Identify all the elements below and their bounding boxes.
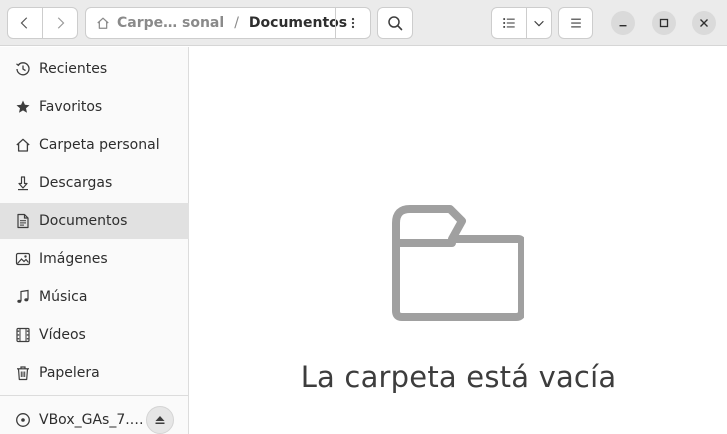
path-parent-crumb[interactable]: Carpe… sonal <box>117 15 224 31</box>
sidebar-item-label: Papelera <box>39 365 100 381</box>
sidebar-item-favoritos[interactable]: Favoritos <box>0 89 189 125</box>
search-icon <box>388 16 403 31</box>
folder-icon <box>392 205 524 321</box>
header-bar: Carpe… sonal / Documentos <box>0 0 727 46</box>
navigation-buttons <box>7 7 78 39</box>
disc-icon <box>15 412 31 428</box>
download-icon <box>15 175 31 191</box>
list-view-icon <box>503 18 515 28</box>
view-options <box>491 7 552 39</box>
sidebar-item-label: Documentos <box>39 213 128 229</box>
path-current-crumb[interactable]: Documentos <box>249 15 347 31</box>
sidebar-item-device-vbox[interactable]: VBox_GAs_7.… <box>0 402 189 434</box>
path-separator: / <box>234 15 239 31</box>
trash-icon <box>15 365 31 381</box>
sidebar-item-label: Descargas <box>39 175 113 191</box>
sidebar-item-documentos[interactable]: Documentos <box>0 203 189 239</box>
chevron-right-icon <box>57 17 65 29</box>
back-button[interactable] <box>8 8 42 38</box>
sidebar-item-recientes[interactable]: Recientes <box>0 51 189 87</box>
sidebar-item-papelera[interactable]: Papelera <box>0 355 189 391</box>
file-view[interactable]: La carpeta está vacía <box>190 47 727 434</box>
maximize-button[interactable] <box>652 11 676 35</box>
search-button[interactable] <box>377 7 413 39</box>
chevron-left-icon <box>20 17 28 29</box>
main-menu-button[interactable] <box>558 7 593 39</box>
image-icon <box>15 251 31 267</box>
path-home-button[interactable] <box>86 8 112 38</box>
minimize-icon <box>619 25 627 27</box>
video-icon <box>15 327 31 343</box>
sidebar: Recientes Favoritos Carpeta personal Des… <box>0 47 189 434</box>
sidebar-item-label: Recientes <box>39 61 108 77</box>
chevron-down-icon <box>534 20 544 27</box>
maximize-icon <box>659 18 669 28</box>
sidebar-item-videos[interactable]: Vídeos <box>0 317 189 353</box>
sidebar-divider <box>0 395 189 396</box>
path-bar: Carpe… sonal / Documentos <box>85 7 371 39</box>
sidebar-item-carpeta-personal[interactable]: Carpeta personal <box>0 127 189 163</box>
clock-icon <box>15 61 31 77</box>
sidebar-item-label: Favoritos <box>39 99 103 115</box>
close-icon <box>700 19 708 27</box>
sidebar-item-descargas[interactable]: Descargas <box>0 165 189 201</box>
sidebar-item-label: VBox_GAs_7.… <box>39 412 144 428</box>
more-vertical-icon <box>351 17 355 29</box>
hamburger-menu-icon <box>570 18 581 28</box>
music-icon <box>15 289 31 305</box>
eject-button[interactable] <box>146 406 174 434</box>
close-button[interactable] <box>692 11 716 35</box>
list-view-button[interactable] <box>492 8 526 38</box>
document-icon <box>15 213 31 229</box>
home-icon <box>97 17 109 29</box>
sidebar-item-imagenes[interactable]: Imágenes <box>0 241 189 277</box>
home-icon <box>15 137 31 153</box>
minimize-button[interactable] <box>611 11 635 35</box>
sidebar-item-label: Carpeta personal <box>39 137 160 153</box>
sidebar-item-label: Vídeos <box>39 327 86 343</box>
forward-button[interactable] <box>42 8 77 38</box>
star-icon <box>15 99 31 115</box>
sidebar-item-musica[interactable]: Música <box>0 279 189 315</box>
sidebar-item-label: Música <box>39 289 88 305</box>
eject-icon <box>155 416 165 424</box>
path-menu-button[interactable] <box>335 8 370 38</box>
empty-folder-message: La carpeta está vacía <box>300 360 617 394</box>
view-dropdown-button[interactable] <box>526 8 551 38</box>
sidebar-item-label: Imágenes <box>39 251 108 267</box>
